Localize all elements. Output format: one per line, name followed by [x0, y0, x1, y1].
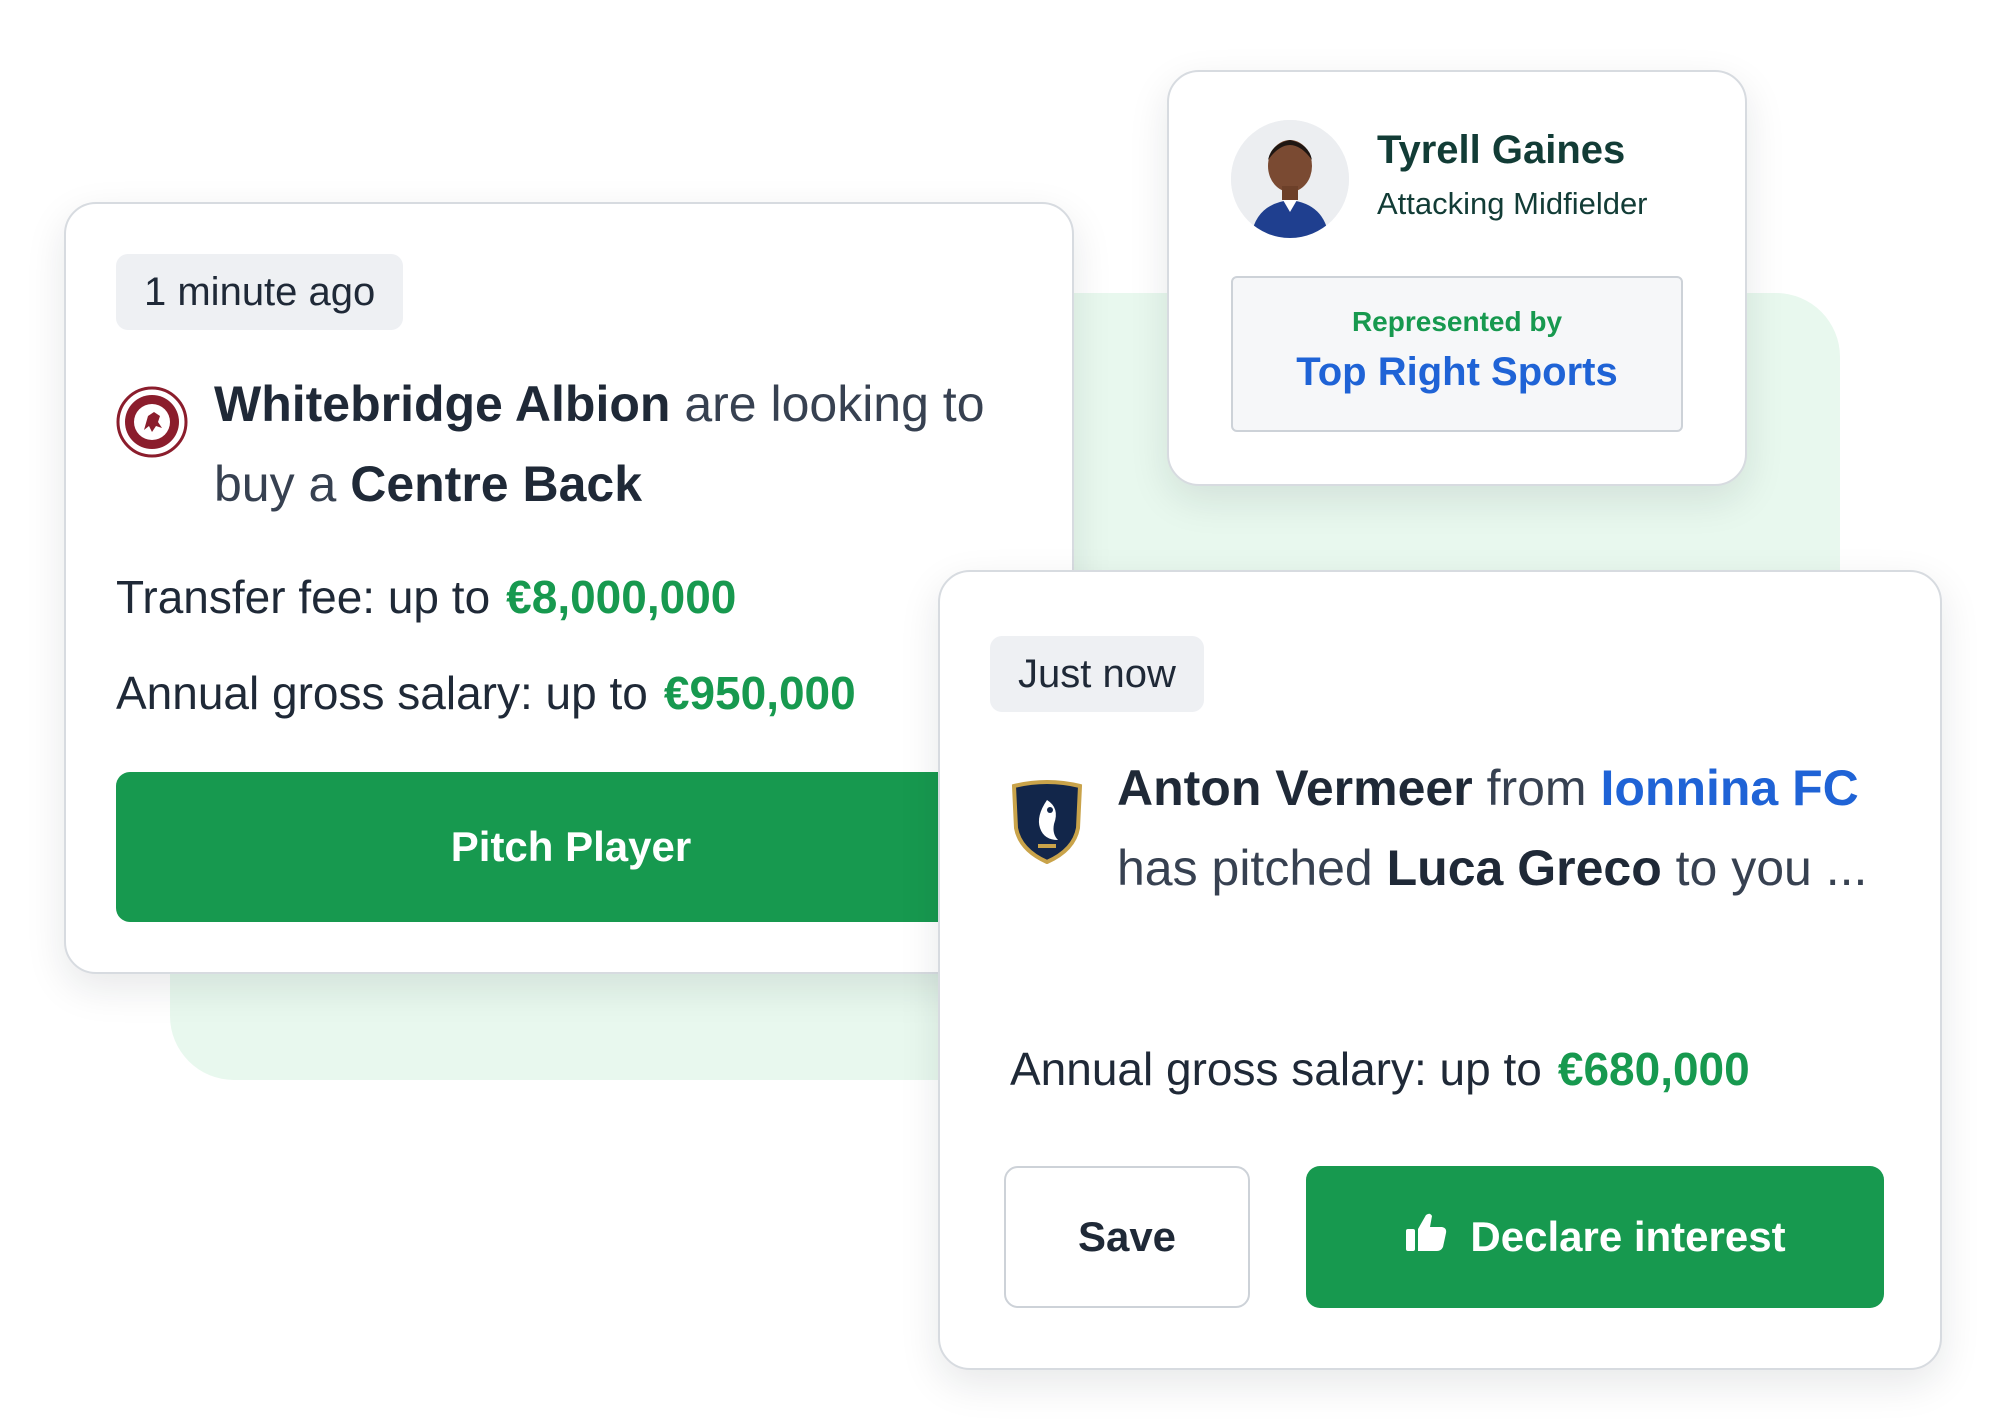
pitch-player-button[interactable]: Pitch Player [116, 772, 1026, 922]
salary-label: Annual gross salary: up to [116, 667, 648, 719]
player-avatar [1231, 120, 1349, 238]
declare-interest-label: Declare interest [1470, 1213, 1786, 1260]
whitebridge-albion-crest-icon [116, 386, 188, 458]
represented-by-label: Represented by [1351, 306, 1563, 337]
pitched-text: has pitched [1117, 840, 1387, 896]
transfer-fee-value: €8,000,000 [506, 571, 737, 623]
pitch-headline: Anton Vermeer from Ionnina FC has pitche… [1117, 748, 1897, 908]
position-needed: Centre Back [350, 456, 643, 512]
to-you-text: to you ... [1661, 840, 1868, 896]
representation-box: Represented by Top Right Sports [1231, 276, 1683, 432]
transfer-fee-label: Transfer fee: up to [116, 571, 491, 623]
thumbs-up-icon [1404, 1211, 1448, 1263]
declare-interest-button[interactable]: Declare interest [1306, 1166, 1884, 1308]
salary-row: Annual gross salary: up to €680,000 [1010, 1042, 1750, 1096]
save-label: Save [1077, 1213, 1177, 1260]
salary-value: €950,000 [663, 667, 856, 719]
club-link[interactable]: Ionnina FC [1600, 760, 1858, 816]
buyer-request-card: 1 minute ago Whitebridge Albion are look… [64, 202, 1074, 974]
transfer-fee-row: Transfer fee: up to €8,000,000 [116, 570, 736, 624]
agent-name: Anton Vermeer [1117, 760, 1473, 816]
save-button[interactable]: Save [1004, 1166, 1250, 1308]
player-name: Tyrell Gaines [1377, 128, 1626, 172]
club-name: Whitebridge Albion [214, 376, 671, 432]
salary-row: Annual gross salary: up to €950,000 [116, 666, 856, 720]
salary-value: €680,000 [1557, 1043, 1750, 1095]
time-badge: Just now [990, 636, 1204, 712]
pitched-player-name: Luca Greco [1386, 840, 1662, 896]
salary-label: Annual gross salary: up to [1010, 1043, 1542, 1095]
ionnina-fc-crest-icon [1008, 778, 1086, 865]
pitch-notification-card: Just now Anton Vermeer from Ionnina FC h… [938, 570, 1942, 1370]
from-text: from [1472, 760, 1601, 816]
agency-link[interactable]: Top Right Sports [1233, 350, 1681, 395]
buyer-headline: Whitebridge Albion are looking to buy a … [214, 364, 1014, 524]
pitch-player-label: Pitch Player [450, 823, 692, 870]
player-position: Attacking Midfielder [1377, 186, 1648, 221]
time-badge: 1 minute ago [116, 254, 404, 330]
player-card: Tyrell Gaines Attacking Midfielder Repre… [1167, 70, 1747, 486]
